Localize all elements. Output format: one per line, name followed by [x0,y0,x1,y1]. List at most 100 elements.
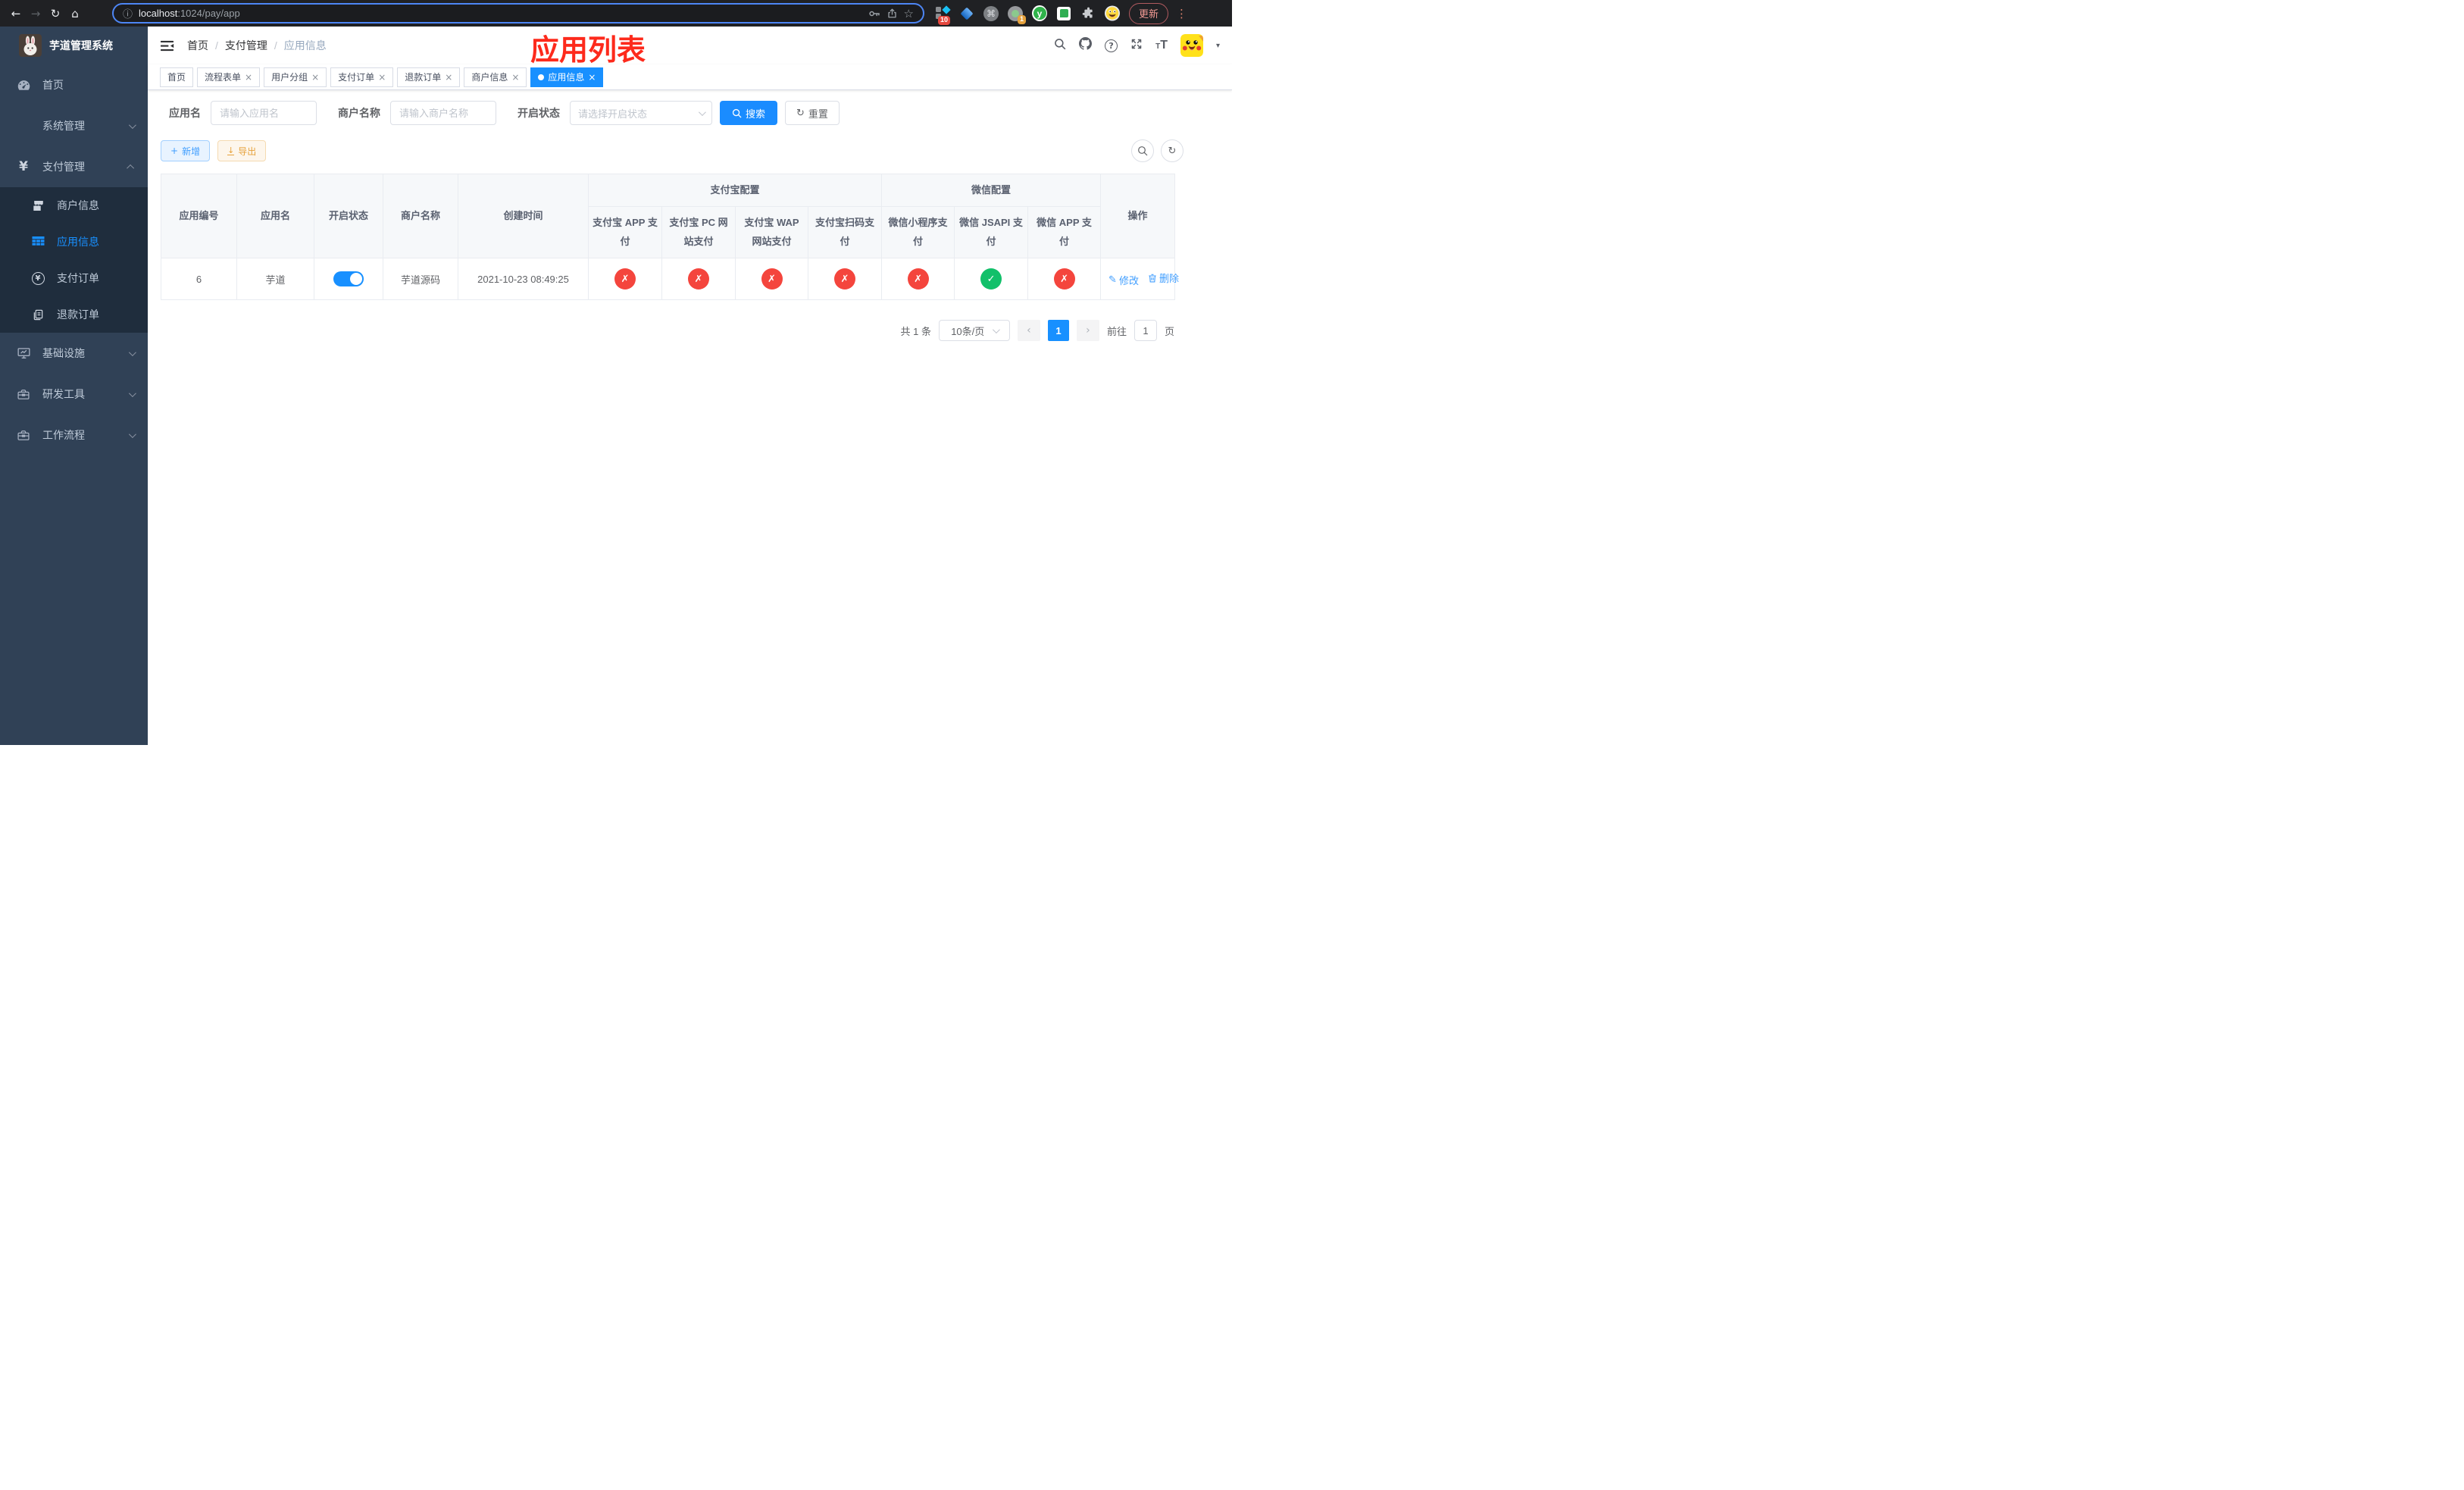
col-actions: 操作 [1100,174,1176,258]
sidebar-item-merchant-info[interactable]: 商户信息 [0,187,148,224]
close-icon[interactable]: × [245,73,252,82]
reset-button[interactable]: ↻ 重置 [785,101,840,125]
pagination: 共 1 条 10条/页 ‹ 1 › 前往 页 [161,320,1174,341]
chat-extension-icon[interactable] [1056,6,1071,21]
toolbox-icon [16,430,31,441]
sidebar-item-pay[interactable]: ¥ 支付管理 [0,146,148,187]
sidebar-logo[interactable]: 芋道管理系统 [0,27,148,64]
search-button[interactable]: 搜索 [720,101,778,125]
sidebar-item-label: 研发工具 [42,388,85,400]
toggle-search-button[interactable] [1131,139,1154,162]
col-app-id: 应用编号 [161,174,237,258]
sidebar-item-label: 商户信息 [57,199,99,211]
site-info-icon[interactable]: ⓘ [123,6,133,20]
logo-image [19,34,42,57]
tab-refund-order[interactable]: 退款订单 × [397,67,461,87]
extensions-puzzle-icon[interactable] [1080,6,1096,21]
goto-label: 前往 [1106,325,1127,337]
browser-update-button[interactable]: 更新 [1129,2,1169,24]
blocker-extension-icon[interactable]: 10 [935,5,951,25]
sidebar-item-system[interactable]: 系统管理 [0,105,148,146]
browser-home-icon[interactable]: ⌂ [65,7,85,20]
breadcrumb-home[interactable]: 首页 [187,38,208,53]
profile-avatar-icon[interactable] [1105,5,1120,21]
tab-process-form[interactable]: 流程表单 × [197,67,261,87]
group-alipay-config: 支付宝配置 [587,174,883,207]
group-wechat-config: 微信配置 [881,174,1102,207]
merchant-name-label: 商户名称 [338,107,380,119]
sidebar: 芋道管理系统 首页 系统管理 ¥ 支付管理 商户信息 应用信息 ¥ 支付订单 退… [0,27,148,745]
status-select[interactable]: 请选择开启状态 [570,101,712,125]
app-title: 芋道管理系统 [49,39,113,52]
page-size-select[interactable]: 10条/页 [938,320,1010,341]
tab-merchant-info[interactable]: 商户信息 × [464,67,527,87]
chevron-down-icon [128,430,136,438]
store-icon [30,200,45,211]
browser-toolbar: ← → ↻ ⌂ ⓘ localhost:1024/pay/app ☆ 10 ⌘ … [0,0,1232,27]
recorder-badge: 1 [1017,14,1026,24]
password-key-icon[interactable] [868,8,880,20]
chevron-down-icon [128,348,136,356]
tab-user-group[interactable]: 用户分组 × [264,67,327,87]
command-extension-icon[interactable]: ⌘ [983,5,999,21]
avatar-caret-icon[interactable]: ▾ [1216,42,1220,50]
sidebar-item-workflow[interactable]: 工作流程 [0,415,148,455]
navbar-actions: ? TT ▾ [1054,34,1220,57]
browser-back-icon[interactable]: ← [6,7,26,20]
sidebar-item-infra[interactable]: 基础设施 [0,333,148,374]
tab-pay-order[interactable]: 支付订单 × [330,67,394,87]
delete-link[interactable]: 删除 [1148,271,1179,285]
merchant-name-input[interactable] [390,101,496,125]
sidebar-item-refund-order[interactable]: 退款订单 [0,296,148,333]
close-icon[interactable]: × [588,73,596,82]
prev-page-button[interactable]: ‹ [1017,320,1040,341]
browser-reload-icon[interactable]: ↻ [45,7,65,20]
tab-app-info[interactable]: 应用信息 × [530,67,604,87]
trash-icon [1149,274,1156,283]
sidebar-item-devtools[interactable]: 研发工具 [0,374,148,415]
sidebar-item-app-info[interactable]: 应用信息 [0,224,148,260]
fullscreen-icon[interactable] [1130,38,1143,54]
gem-extension-icon[interactable] [959,6,974,21]
refresh-table-button[interactable]: ↻ [1161,139,1184,162]
close-icon[interactable]: × [511,73,519,82]
font-size-icon[interactable]: TT [1155,39,1168,52]
address-bar[interactable]: ⓘ localhost:1024/pay/app ☆ [112,3,924,23]
next-page-button[interactable]: › [1076,320,1099,341]
share-icon[interactable] [886,8,898,19]
col-merchant: 商户名称 [383,174,458,258]
github-icon[interactable] [1079,37,1093,54]
edit-link[interactable]: ✎ 修改 [1108,273,1139,287]
col-alipay-app: 支付宝 APP 支付 [588,206,662,258]
sidebar-collapse-icon[interactable] [160,39,174,52]
export-button[interactable]: ↓ 导出 [217,140,267,161]
sidebar-item-home[interactable]: 首页 [0,64,148,105]
chevron-down-icon [698,108,706,116]
sidebar-item-pay-order[interactable]: ¥ 支付订单 [0,260,148,296]
close-icon[interactable]: × [311,73,319,82]
tab-home[interactable]: 首页 [160,67,194,87]
sidebar-item-label: 支付订单 [57,272,99,284]
close-icon[interactable]: × [445,73,452,82]
bookmark-star-icon[interactable]: ☆ [904,7,914,20]
user-avatar[interactable] [1180,34,1203,57]
status-wx-jsapi: ✓ [980,268,1002,290]
browser-menu-icon[interactable]: ⋮ [1176,7,1187,20]
annotation-title: 应用列表 [530,35,646,67]
enabled-toggle[interactable] [333,271,364,286]
recorder-extension-icon[interactable]: 1 [1008,5,1026,24]
cell-app-name: 芋道 [236,258,314,300]
total-count: 共 1 条 [900,325,931,337]
app-name-input[interactable] [211,101,317,125]
y-extension-icon[interactable]: y [1032,5,1047,21]
goto-page-input[interactable] [1134,320,1157,341]
filter-form: 应用名 商户名称 开启状态 请选择开启状态 搜索 [161,101,1184,125]
add-button[interactable]: + 新增 [161,140,211,161]
toolbox-icon [16,389,31,400]
page-1-button[interactable]: 1 [1047,320,1069,341]
help-icon[interactable]: ? [1105,39,1118,52]
close-icon[interactable]: × [378,73,386,82]
search-icon[interactable] [1054,38,1066,54]
chevron-up-icon [127,164,135,172]
sidebar-item-label: 退款订单 [57,308,99,321]
